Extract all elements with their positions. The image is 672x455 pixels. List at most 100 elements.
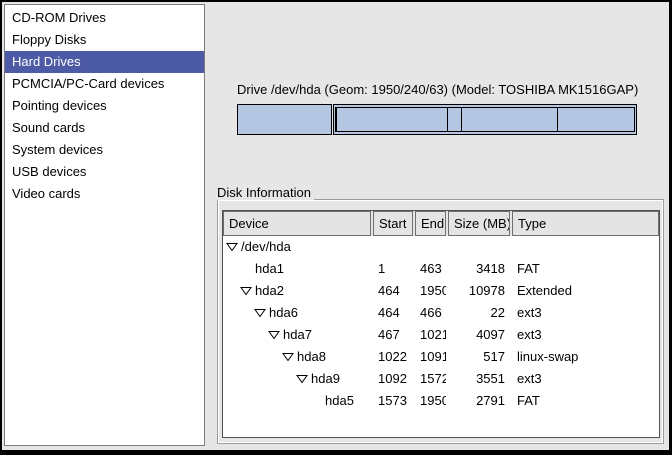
logical-partitions-container	[335, 107, 635, 132]
expander-icon[interactable]	[226, 242, 238, 252]
partition-bar	[237, 104, 637, 135]
disk-information-frame-label: Disk Information	[214, 185, 314, 200]
start-cell: 1092	[373, 368, 413, 390]
expander-icon[interactable]	[296, 374, 308, 384]
type-cell: FAT	[512, 390, 659, 412]
size-cell: 517	[448, 346, 510, 368]
type-cell: linux-swap	[512, 346, 659, 368]
drive-summary-label: Drive /dev/hda (Geom: 1950/240/63) (Mode…	[237, 82, 637, 97]
start-cell: 1022	[373, 346, 413, 368]
device-cell: hda7	[223, 324, 371, 346]
start-cell: 1573	[373, 390, 413, 412]
table-row[interactable]: hda6 464 466 22 ext3	[223, 302, 659, 324]
tree-indent	[223, 379, 296, 380]
partition-hda9	[462, 108, 558, 131]
partition-hda8	[448, 108, 462, 131]
disk-table-body: /dev/hda hda1 1 463 3418 FAT hda2 464 19…	[223, 236, 659, 412]
device-cell: /dev/hda	[223, 236, 371, 258]
type-cell: FAT	[512, 258, 659, 280]
tree-indent	[223, 269, 240, 270]
sidebar-item-label: System devices	[12, 142, 103, 157]
type-cell: Extended	[512, 280, 659, 302]
device-cell: hda2	[223, 280, 371, 302]
end-cell: 1950	[415, 390, 446, 412]
size-cell: 10978	[448, 280, 510, 302]
sidebar-item-label: PCMCIA/PC-Card devices	[12, 76, 164, 91]
type-cell: ext3	[512, 368, 659, 390]
column-header-end[interactable]: End	[415, 211, 446, 236]
device-category-list: CD-ROM Drives Floppy Disks Hard Drives P…	[4, 4, 205, 446]
size-cell	[448, 236, 510, 258]
table-row[interactable]: hda2 464 1950 10978 Extended	[223, 280, 659, 302]
start-cell: 467	[373, 324, 413, 346]
table-row[interactable]: hda5 1573 1950 2791 FAT	[223, 390, 659, 412]
size-cell: 2791	[448, 390, 510, 412]
device-name: hda5	[325, 390, 354, 412]
type-cell	[512, 236, 659, 258]
end-cell: 1572	[415, 368, 446, 390]
sidebar-item[interactable]: Sound cards	[5, 117, 204, 139]
device-cell: hda1	[223, 258, 371, 280]
sidebar-item-label: Floppy Disks	[12, 32, 86, 47]
device-name: hda1	[255, 258, 284, 280]
tree-indent	[223, 291, 240, 292]
end-cell: 1950	[415, 280, 446, 302]
expander-icon[interactable]	[240, 286, 252, 296]
column-header-start[interactable]: Start	[373, 211, 413, 236]
table-row[interactable]: /dev/hda	[223, 236, 659, 258]
expander-icon[interactable]	[268, 330, 280, 340]
sidebar-item-label: Sound cards	[12, 120, 85, 135]
device-name: hda9	[311, 368, 340, 390]
table-row[interactable]: hda1 1 463 3418 FAT	[223, 258, 659, 280]
sidebar-item-label: Video cards	[12, 186, 80, 201]
device-name: /dev/hda	[241, 236, 291, 258]
sidebar-item[interactable]: Pointing devices	[5, 95, 204, 117]
sidebar-item[interactable]: System devices	[5, 139, 204, 161]
hardware-browser-window: CD-ROM Drives Floppy Disks Hard Drives P…	[2, 2, 669, 450]
sidebar-item-label: USB devices	[12, 164, 86, 179]
table-row[interactable]: hda8 1022 1091 517 linux-swap	[223, 346, 659, 368]
sidebar-item[interactable]: Floppy Disks	[5, 29, 204, 51]
column-header-device[interactable]: Device	[223, 211, 371, 236]
expander-icon[interactable]	[254, 308, 266, 318]
sidebar-item[interactable]: Video cards	[5, 183, 204, 205]
sidebar-item-label: Pointing devices	[12, 98, 107, 113]
sidebar-item[interactable]: Hard Drives	[5, 51, 204, 73]
sidebar-item[interactable]: PCMCIA/PC-Card devices	[5, 73, 204, 95]
tree-indent	[223, 357, 282, 358]
sidebar-item[interactable]: CD-ROM Drives	[5, 7, 204, 29]
start-cell: 464	[373, 280, 413, 302]
table-row[interactable]: hda7 467 1021 4097 ext3	[223, 324, 659, 346]
column-header-size[interactable]: Size (MB)	[448, 211, 510, 236]
end-cell: 1091	[415, 346, 446, 368]
start-cell	[373, 236, 413, 258]
end-cell: 463	[415, 258, 446, 280]
sidebar-item-label: CD-ROM Drives	[12, 10, 106, 25]
tree-indent	[223, 313, 254, 314]
column-header-type[interactable]: Type	[512, 211, 659, 236]
device-cell: hda6	[223, 302, 371, 324]
table-header-row: Device Start End Size (MB) Type	[223, 211, 659, 236]
end-cell: 466	[415, 302, 446, 324]
expander-icon[interactable]	[282, 352, 294, 362]
size-cell: 22	[448, 302, 510, 324]
sidebar-item[interactable]: USB devices	[5, 161, 204, 183]
device-name: hda7	[283, 324, 312, 346]
tree-indent	[223, 401, 310, 402]
end-cell: 1021	[415, 324, 446, 346]
type-cell: ext3	[512, 302, 659, 324]
table-row[interactable]: hda9 1092 1572 3551 ext3	[223, 368, 659, 390]
end-cell	[415, 236, 446, 258]
device-cell: hda5	[223, 390, 371, 412]
start-cell: 1	[373, 258, 413, 280]
size-cell: 3551	[448, 368, 510, 390]
partition-hda5	[558, 108, 634, 131]
partition-hda2-extended	[333, 104, 637, 135]
partition-hda1	[237, 104, 332, 135]
size-cell: 4097	[448, 324, 510, 346]
device-cell: hda9	[223, 368, 371, 390]
start-cell: 464	[373, 302, 413, 324]
device-name: hda2	[255, 280, 284, 302]
size-cell: 3418	[448, 258, 510, 280]
device-name: hda8	[297, 346, 326, 368]
